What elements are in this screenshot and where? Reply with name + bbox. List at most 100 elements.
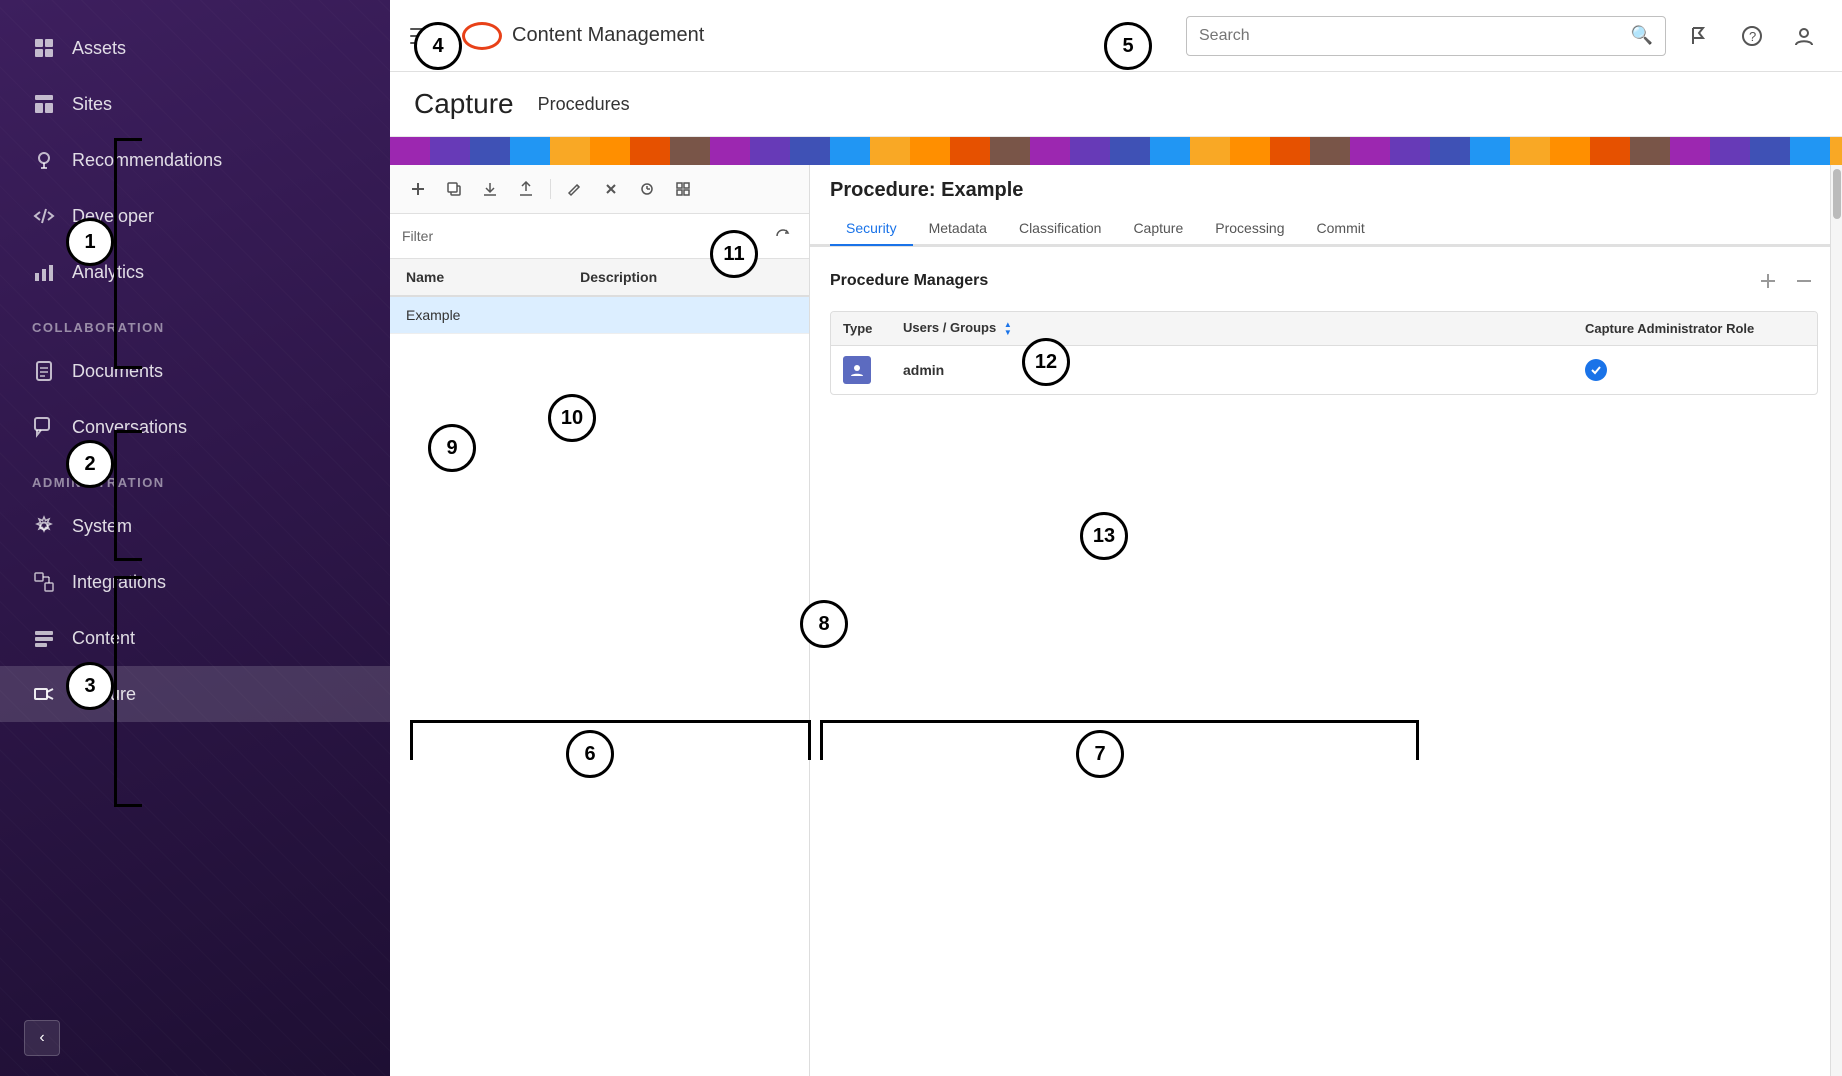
list-panel: Filter Name Description	[390, 165, 810, 1076]
managers-table-row[interactable]: admin	[831, 346, 1817, 394]
col-name-header: Name	[406, 269, 580, 285]
list-table: Name Description Example	[390, 259, 809, 1076]
managers-table-header: Type Users / Groups ▲ ▼ Capture Administ…	[831, 312, 1817, 346]
app-title: Content Management	[512, 24, 704, 47]
assets-label: Assets	[72, 38, 126, 59]
search-bar[interactable]: 🔍	[1186, 16, 1666, 56]
sidebar-item-conversations[interactable]: Conversations	[0, 399, 390, 455]
col-desc-header: Description	[580, 269, 793, 285]
bracket-7-horiz	[820, 720, 1418, 723]
refresh-button[interactable]	[769, 222, 797, 250]
tab-security[interactable]: Security	[830, 212, 913, 246]
managers-table: Type Users / Groups ▲ ▼ Capture Administ…	[830, 311, 1818, 395]
color-strip	[390, 137, 1842, 165]
svg-text:?: ?	[1749, 29, 1756, 44]
tab-commit[interactable]: Commit	[1301, 212, 1381, 246]
sort-down-icon: ▼	[1004, 329, 1012, 337]
edit-icon	[567, 181, 583, 197]
sidebar-item-recommendations[interactable]: Recommendations	[0, 132, 390, 188]
system-icon	[32, 514, 56, 538]
upload-button[interactable]	[510, 173, 542, 205]
capture-icon	[32, 682, 56, 706]
tab-metadata[interactable]: Metadata	[913, 212, 1003, 246]
annotation-5: 5	[1104, 22, 1152, 70]
col-role-header: Capture Administrator Role	[1585, 321, 1805, 336]
bracket-7-right	[1416, 720, 1419, 760]
search-input[interactable]	[1199, 27, 1623, 45]
app-container: 1 2 3 4 5 6 7 8 9 10 11 12 13	[0, 0, 1842, 1076]
annotation-10: 10	[548, 394, 596, 442]
sidebar-collapse-button[interactable]: ‹	[24, 1020, 60, 1056]
integrations-label: Integrations	[72, 572, 166, 593]
annotation-7: 7	[1076, 730, 1124, 778]
breadcrumb-procedures[interactable]: Procedures	[538, 94, 630, 115]
tab-classification[interactable]: Classification	[1003, 212, 1117, 246]
documents-icon	[32, 359, 56, 383]
check-icon	[1585, 359, 1607, 381]
toolbar-sep-1	[550, 179, 551, 199]
col-users-header: Users / Groups ▲ ▼	[903, 320, 1585, 337]
scrollbar-thumb	[1833, 169, 1841, 219]
detail-scrollbar[interactable]	[1830, 165, 1842, 1076]
tab-capture[interactable]: Capture	[1117, 212, 1199, 246]
search-icon: 🔍	[1631, 25, 1653, 46]
download-button[interactable]	[474, 173, 506, 205]
table-row[interactable]: Example	[390, 297, 809, 334]
col-type-header: Type	[843, 321, 903, 336]
add-button[interactable]	[402, 173, 434, 205]
sidebar-item-developer[interactable]: Developer	[0, 188, 390, 244]
row-name-example: Example	[406, 307, 580, 323]
documents-label: Documents	[72, 361, 163, 382]
user-button[interactable]	[1786, 18, 1822, 54]
edit-button[interactable]	[559, 173, 591, 205]
detail-title: Procedure: Example	[830, 179, 1822, 202]
bracket-2-vert	[114, 430, 117, 560]
app-logo: Content Management	[462, 22, 704, 50]
help-button[interactable]: ?	[1734, 18, 1770, 54]
bracket-1-vert	[114, 138, 117, 368]
upload-icon	[518, 181, 534, 197]
content-area: Filter Name Description	[390, 165, 1842, 1076]
remove-manager-button[interactable]	[1790, 267, 1818, 295]
annotation-3: 3	[66, 662, 114, 710]
detail-content: Procedure Managers	[810, 247, 1842, 1076]
user-type-icon	[843, 356, 871, 384]
integrations-icon	[32, 570, 56, 594]
copy-icon	[446, 181, 462, 197]
sidebar-item-analytics[interactable]: Analytics	[0, 244, 390, 300]
add-manager-button[interactable]	[1754, 267, 1782, 295]
download-icon	[482, 181, 498, 197]
collaboration-section-label: COLLABORATION	[0, 300, 390, 343]
detail-tabs: Security Metadata Classification Capture…	[810, 212, 1842, 246]
sidebar-item-documents[interactable]: Documents	[0, 343, 390, 399]
annotation-9: 9	[428, 424, 476, 472]
bracket-6-right	[808, 720, 811, 760]
delete-button[interactable]	[595, 173, 627, 205]
annotation-6: 6	[566, 730, 614, 778]
sidebar-item-assets[interactable]: Assets	[0, 20, 390, 76]
copy-button[interactable]	[438, 173, 470, 205]
managers-section-header: Procedure Managers	[830, 267, 1818, 295]
bracket-2-bot	[114, 558, 142, 561]
sidebar-item-system[interactable]: System	[0, 498, 390, 554]
more-button[interactable]	[667, 173, 699, 205]
bracket-3-bot	[114, 804, 142, 807]
user-icon	[1793, 25, 1815, 47]
sidebar-item-integrations[interactable]: Integrations	[0, 554, 390, 610]
flag-button[interactable]	[1682, 18, 1718, 54]
page-header: Capture Procedures	[390, 72, 1842, 137]
filter-label: Filter	[402, 228, 433, 244]
flag-icon	[1689, 25, 1711, 47]
delete-icon	[603, 181, 619, 197]
oracle-logo	[462, 22, 502, 50]
sites-label: Sites	[72, 94, 112, 115]
remove-manager-icon	[1794, 271, 1814, 291]
row-username: admin	[903, 362, 1585, 378]
sidebar-item-capture[interactable]: Capture	[0, 666, 390, 722]
tab-processing[interactable]: Processing	[1199, 212, 1300, 246]
detail-header: Procedure: Example Security Metadata Cla…	[810, 165, 1842, 247]
sidebar-item-sites[interactable]: Sites	[0, 76, 390, 132]
person-icon	[850, 363, 864, 377]
restore-button[interactable]	[631, 173, 663, 205]
sidebar-item-content[interactable]: Content	[0, 610, 390, 666]
